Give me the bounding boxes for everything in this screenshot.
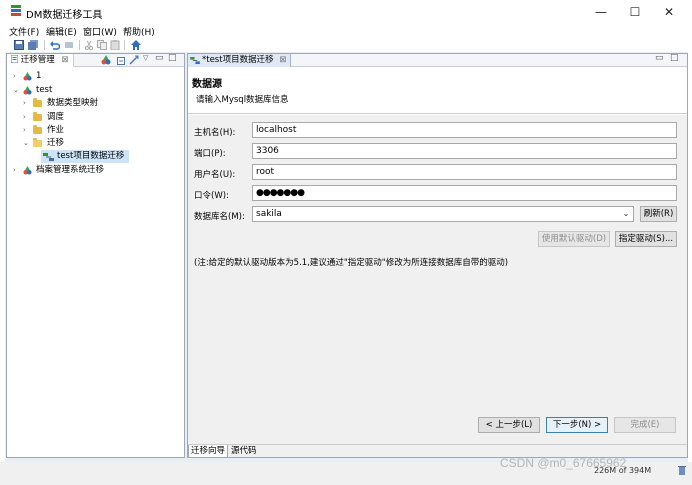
minimize-button[interactable]: — <box>584 0 618 24</box>
host-input[interactable]: localhost <box>252 122 677 138</box>
collapse-icon[interactable]: ⌄ <box>23 137 31 150</box>
page-title: 数据源 <box>192 79 222 90</box>
new-project-icon[interactable] <box>101 55 111 65</box>
toolbar-separator <box>124 40 125 50</box>
toolbar-separator <box>44 40 45 50</box>
password-label: 口令(W): <box>194 191 229 201</box>
project-icon <box>23 86 32 95</box>
password-input[interactable]: ●●●●●●● <box>252 185 677 201</box>
folder-icon <box>33 112 42 121</box>
expand-icon[interactable]: › <box>13 164 21 177</box>
tab-migration-wizard[interactable]: 迁移向导 <box>188 445 229 458</box>
maximize-button[interactable]: ☐ <box>618 0 652 24</box>
view-icon <box>10 54 19 64</box>
tree-label: 1 <box>36 71 42 81</box>
view-tab-bar: 迁移管理 ⊠ ▽ ▭ □ <box>7 53 184 67</box>
migration-editor: *test项目数据迁移 ⊠ ▭ □ 数据源 请输入Mysql数据库信息 主机名(… <box>187 53 688 458</box>
database-label: 数据库名(M): <box>194 212 245 222</box>
collapse-all-icon[interactable] <box>117 55 127 65</box>
collapse-icon[interactable]: ⌄ <box>13 84 21 97</box>
migration-manager-view: 迁移管理 ⊠ ▽ ▭ □ › 1 ⌄ test › 数据类型映射 › 调度 › … <box>6 53 185 458</box>
page-description: 请输入Mysql数据库信息 <box>196 95 289 105</box>
tab-migration-manager[interactable]: 迁移管理 ⊠ <box>7 54 74 67</box>
chevron-down-icon[interactable]: ⌄ <box>620 208 632 220</box>
toolbar-separator <box>79 40 80 50</box>
next-button[interactable]: 下一步(N) > <box>546 417 608 433</box>
menu-edit[interactable]: 编辑(E) <box>46 25 77 38</box>
specify-driver-button[interactable]: 指定驱动(S)... <box>615 231 677 247</box>
project-icon <box>23 166 32 175</box>
database-value: sakila <box>256 209 282 219</box>
title-bar: DM数据迁移工具 — ☐ ✕ <box>0 0 692 24</box>
paste-icon[interactable] <box>110 40 120 50</box>
home-icon[interactable] <box>131 40 141 50</box>
toolbar <box>0 38 692 52</box>
undo-icon[interactable] <box>50 40 60 50</box>
tree-label: 迁移 <box>47 138 65 148</box>
tree-label: 调度 <box>47 112 65 122</box>
link-editor-icon[interactable] <box>129 55 139 65</box>
open-folder-icon <box>33 138 42 147</box>
tab-test-migration[interactable]: *test项目数据迁移 ⊠ <box>188 54 291 67</box>
expand-icon[interactable]: › <box>23 124 31 137</box>
database-select[interactable]: sakila ⌄ <box>252 206 634 222</box>
watermark: CSDN @m0_67665962 <box>500 456 627 470</box>
menu-help[interactable]: 帮助(H) <box>123 25 155 38</box>
close-icon[interactable]: ⊠ <box>61 55 68 65</box>
tree-label: 作业 <box>47 125 65 135</box>
expand-icon[interactable]: › <box>23 97 31 110</box>
project-icon <box>23 72 32 81</box>
expand-icon[interactable]: › <box>23 111 31 124</box>
host-label: 主机名(H): <box>194 128 236 138</box>
folder-icon <box>33 98 42 107</box>
maximize-view-icon[interactable]: □ <box>168 53 177 63</box>
redo-icon[interactable] <box>64 40 74 50</box>
previous-button[interactable]: < 上一步(L) <box>478 417 540 433</box>
port-input[interactable]: 3306 <box>252 143 677 159</box>
save-all-icon[interactable] <box>28 40 38 50</box>
tree-label: 档案管理系统迁移 <box>36 165 105 175</box>
username-input[interactable]: root <box>252 164 677 180</box>
minimize-view-icon[interactable]: ▭ <box>155 53 164 63</box>
minimize-editor-icon[interactable]: ▭ <box>655 53 664 63</box>
app-icon <box>11 5 21 16</box>
migration-icon <box>190 57 200 64</box>
tree-item-test-migration[interactable]: test项目数据迁移 <box>41 150 129 163</box>
tree-label: 数据类型映射 <box>47 98 99 108</box>
maximize-editor-icon[interactable]: □ <box>670 53 679 63</box>
wizard-header: 数据源 请输入Mysql数据库信息 <box>188 68 687 114</box>
use-default-driver-button[interactable]: 使用默认驱动(D) <box>538 231 610 247</box>
menu-bar: 文件(F) 编辑(E) 窗口(W) 帮助(H) <box>0 24 692 38</box>
copy-icon[interactable] <box>97 40 107 50</box>
refresh-button[interactable]: 刷新(R) <box>640 206 677 222</box>
finish-button[interactable]: 完成(E) <box>614 417 676 433</box>
menu-file[interactable]: 文件(F) <box>9 25 39 38</box>
cut-icon[interactable] <box>84 40 94 50</box>
view-menu-icon[interactable]: ▽ <box>143 54 148 62</box>
save-icon[interactable] <box>14 40 24 50</box>
close-button[interactable]: ✕ <box>652 0 686 24</box>
trash-icon[interactable] <box>678 465 686 475</box>
tab-label: *test项目数据迁移 <box>202 55 274 65</box>
username-label: 用户名(U): <box>194 170 236 180</box>
wizard-content: 主机名(H): localhost 端口(P): 3306 用户名(U): ro… <box>188 115 687 444</box>
close-icon[interactable]: ⊠ <box>279 55 286 65</box>
port-label: 端口(P): <box>194 149 226 159</box>
menu-window[interactable]: 窗口(W) <box>83 25 117 38</box>
folder-icon <box>33 125 42 134</box>
tree-label: test <box>36 85 53 95</box>
window-title: DM数据迁移工具 <box>26 10 103 21</box>
tree-label: test项目数据迁移 <box>57 151 125 161</box>
tab-source-code[interactable]: 源代码 <box>229 445 259 458</box>
expand-icon[interactable]: › <box>13 70 21 83</box>
tab-label: 迁移管理 <box>20 55 55 65</box>
driver-note: (注:给定的默认驱动版本为5.1,建议通过"指定驱动"修改为所连接数据库自带的驱… <box>194 258 509 268</box>
editor-tab-bar: *test项目数据迁移 ⊠ ▭ □ <box>188 53 687 67</box>
migration-icon <box>43 153 54 161</box>
